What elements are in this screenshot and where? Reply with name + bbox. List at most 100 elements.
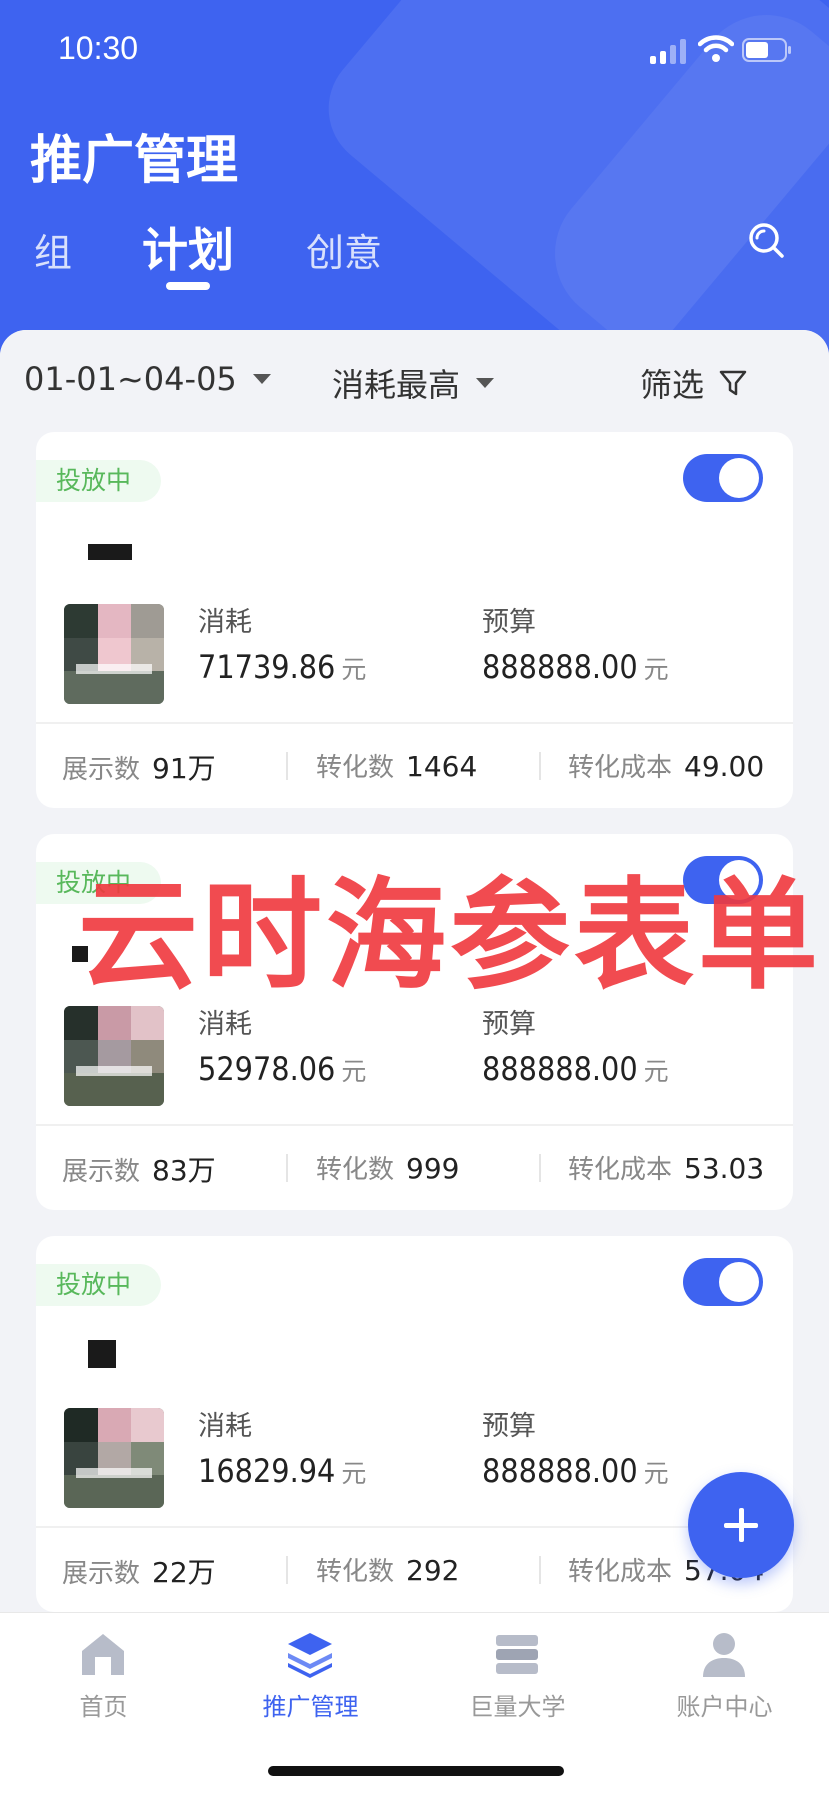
stat-separator <box>539 1556 541 1584</box>
impressions-label: 展示数 <box>62 1157 141 1187</box>
plan-toggle[interactable] <box>683 1258 763 1306</box>
budget-unit: 元 <box>643 1459 669 1488</box>
spend-value: 52978.06 <box>198 1050 336 1088</box>
plan-card[interactable]: 投放中 消耗 16829.94 元 预算 888888.00 元 展示数 22万 转化… <box>36 1236 793 1612</box>
tab-creative[interactable]: 创意 <box>306 222 382 277</box>
impressions-stat: 展示数 83万 <box>62 1149 216 1189</box>
home-indicator <box>268 1766 564 1776</box>
tab-group[interactable]: 组 <box>34 222 72 277</box>
impressions-value: 83万 <box>152 1154 216 1187</box>
search-icon[interactable] <box>746 220 786 260</box>
spend-value-row: 71739.86 元 <box>198 648 366 686</box>
sort-filter[interactable]: 消耗最高 <box>332 360 495 406</box>
stat-separator <box>286 1556 288 1584</box>
budget-label: 预算 <box>482 1411 536 1442</box>
budget-label: 预算 <box>482 607 536 638</box>
budget-unit: 元 <box>643 655 669 684</box>
add-plan-button[interactable] <box>688 1472 794 1578</box>
spend-value-row: 52978.06 元 <box>198 1050 366 1088</box>
plan-thumbnail <box>64 604 164 704</box>
impressions-label: 展示数 <box>62 755 141 785</box>
home-icon <box>82 1634 124 1675</box>
tabbar-label: 巨量大学 <box>469 1693 566 1721</box>
cost-value: 53.03 <box>684 1152 765 1185</box>
cost-label: 转化成本 <box>568 753 673 783</box>
stat-separator <box>539 1154 541 1182</box>
cost-label: 转化成本 <box>568 1557 673 1587</box>
budget-value-row: 888888.00 元 <box>482 1050 669 1088</box>
spend-unit: 元 <box>341 1459 367 1488</box>
cost-stat: 转化成本 49.00 <box>568 747 764 784</box>
battery-icon <box>742 38 791 62</box>
status-badge: 投放中 <box>36 1264 162 1306</box>
impressions-stat: 展示数 22万 <box>62 1551 216 1591</box>
impressions-value: 22万 <box>152 1556 216 1589</box>
conversions-value: 999 <box>406 1152 460 1185</box>
tabbar-label: 账户中心 <box>676 1693 773 1721</box>
tab-active-indicator <box>166 282 210 290</box>
funnel-icon <box>719 370 747 396</box>
header: 10:30 推广管理 组 计划 创意 <box>0 0 829 360</box>
cost-value: 49.00 <box>684 750 765 783</box>
cellular-signal-icon <box>650 36 690 64</box>
conversions-label: 转化数 <box>316 1557 395 1587</box>
conversions-value: 1464 <box>406 750 478 783</box>
impressions-stat: 展示数 91万 <box>62 747 216 787</box>
spend-unit: 元 <box>341 1057 367 1086</box>
plan-toggle[interactable] <box>683 454 763 502</box>
stat-separator <box>286 1154 288 1182</box>
spend-unit: 元 <box>341 655 367 684</box>
watermark-text: 云时海参表单 <box>78 867 822 1006</box>
date-range-filter[interactable]: 01-01~04-05 <box>24 360 271 398</box>
user-icon <box>703 1633 745 1677</box>
budget-value: 888888.00 <box>482 1050 638 1088</box>
tabbar-item-home[interactable]: 首页 <box>0 1613 207 1733</box>
cost-label: 转化成本 <box>568 1155 673 1185</box>
budget-value-row: 888888.00 元 <box>482 648 669 686</box>
page-title: 推广管理 <box>30 131 239 191</box>
content-panel: 01-01~04-05 消耗最高 筛选 投放中 消耗 71739.86 元 预算 … <box>0 330 829 1796</box>
spend-label: 消耗 <box>198 607 252 638</box>
budget-value: 888888.00 <box>482 648 638 686</box>
card-divider <box>36 722 793 724</box>
spend-value: 16829.94 <box>198 1452 336 1490</box>
budget-value-row: 888888.00 元 <box>482 1452 669 1490</box>
conversions-stat: 转化数 999 <box>316 1149 459 1186</box>
books-icon <box>496 1635 538 1674</box>
caret-down-icon <box>476 378 495 388</box>
date-range-label: 01-01~04-05 <box>24 360 237 398</box>
plan-name-redacted <box>88 544 132 560</box>
spend-value: 71739.86 <box>198 648 336 686</box>
spend-label: 消耗 <box>198 1411 252 1442</box>
sort-label: 消耗最高 <box>332 366 461 404</box>
caret-down-icon <box>252 374 271 384</box>
stat-separator <box>286 752 288 780</box>
spend-value-row: 16829.94 元 <box>198 1452 366 1490</box>
stat-separator <box>539 752 541 780</box>
plan-thumbnail <box>64 1006 164 1106</box>
filter-label: 筛选 <box>640 366 705 404</box>
tabbar-item-university[interactable]: 巨量大学 <box>414 1613 621 1733</box>
wifi-icon <box>698 35 734 62</box>
tabbar-label: 推广管理 <box>262 1693 359 1721</box>
cost-stat: 转化成本 53.03 <box>568 1149 764 1186</box>
layers-icon <box>288 1633 332 1678</box>
conversions-label: 转化数 <box>316 753 395 783</box>
tabbar-item-account[interactable]: 账户中心 <box>621 1613 828 1733</box>
filter-bar: 01-01~04-05 消耗最高 筛选 <box>0 330 829 432</box>
tab-plan[interactable]: 计划 <box>142 214 234 280</box>
card-divider <box>36 1124 793 1126</box>
tabbar-item-promotion[interactable]: 推广管理 <box>207 1613 414 1733</box>
status-time: 10:30 <box>58 30 139 66</box>
conversions-stat: 转化数 292 <box>316 1551 459 1588</box>
plan-name-redacted <box>88 1340 116 1368</box>
plan-card[interactable]: 投放中 消耗 71739.86 元 预算 888888.00 元 展示数 91万 转化… <box>36 432 793 808</box>
budget-value: 888888.00 <box>482 1452 638 1490</box>
filter-button[interactable]: 筛选 <box>640 360 748 406</box>
conversions-label: 转化数 <box>316 1155 395 1185</box>
budget-unit: 元 <box>643 1057 669 1086</box>
impressions-value: 91万 <box>152 752 216 785</box>
plan-thumbnail <box>64 1408 164 1508</box>
tabbar-label: 首页 <box>79 1693 128 1721</box>
status-badge: 投放中 <box>36 460 162 502</box>
